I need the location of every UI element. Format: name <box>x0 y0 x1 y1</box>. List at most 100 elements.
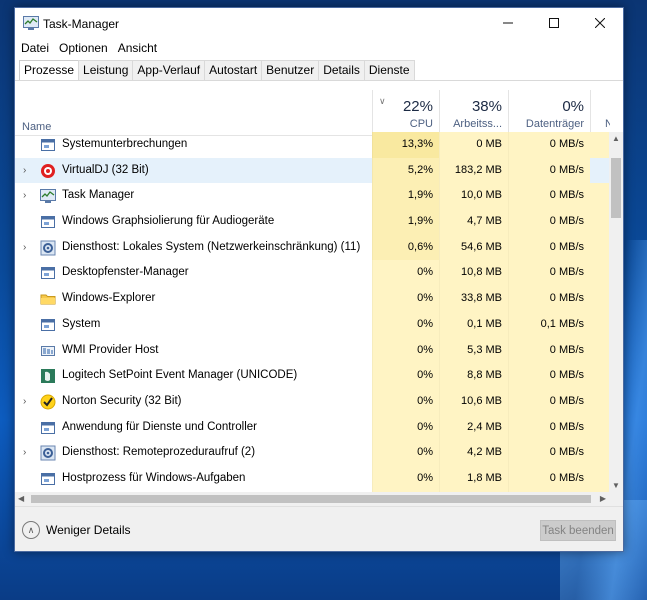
tab-benutzer[interactable]: Benutzer <box>261 60 320 80</box>
process-list: Systemunterbrechungen 13,3% 0 MB 0 MB/s › Vir… <box>15 132 609 492</box>
scroll-right-icon[interactable]: ▶ <box>600 494 606 503</box>
disk-column-label: Datenträger <box>525 118 584 130</box>
process-disk: 0 MB/s <box>508 132 590 158</box>
task-manager-window: Task-Manager Datei Optionen Ansicht Proz… <box>14 7 624 552</box>
process-network <box>590 388 609 415</box>
process-memory: 1,8 MB <box>439 465 508 492</box>
expand-chevron-icon[interactable]: › <box>23 190 33 201</box>
process-disk: 0 MB/s <box>508 363 590 389</box>
process-name: Norton Security (32 Bit) <box>62 394 182 407</box>
process-row[interactable]: Systemunterbrechungen 13,3% 0 MB 0 MB/s <box>15 132 609 158</box>
process-network <box>590 286 609 312</box>
scroll-left-icon[interactable]: ◀ <box>18 494 24 503</box>
process-memory: 4,7 MB <box>439 209 508 235</box>
process-cpu: 0% <box>372 388 439 415</box>
chevron-up-icon: ∧ <box>22 521 40 539</box>
wmi-icon <box>40 343 56 359</box>
process-disk: 0 MB/s <box>508 286 590 312</box>
minimize-icon <box>503 22 513 24</box>
fewer-details-label: Weniger Details <box>46 523 131 537</box>
process-row[interactable]: › VirtualDJ (32 Bit) 5,2% 183,2 MB 0 MB/s <box>15 157 609 184</box>
expand-chevron-icon[interactable]: › <box>23 242 33 253</box>
tab-details[interactable]: Details <box>318 60 365 80</box>
menu-optionen[interactable]: Optionen <box>59 41 114 55</box>
process-network <box>590 311 609 338</box>
process-row[interactable]: Hostprozess für Windows-Aufgaben 0% 1,8 MB… <box>15 465 609 492</box>
horizontal-scrollbar[interactable]: ◀ ▶ <box>15 492 609 506</box>
process-memory: 0,1 MB <box>439 311 508 338</box>
process-name: WMI Provider Host <box>62 343 159 356</box>
tab-autostart[interactable]: Autostart <box>204 60 263 80</box>
process-memory: 54,6 MB <box>439 234 508 261</box>
horizontal-scroll-thumb[interactable] <box>31 495 591 503</box>
tab-leistung[interactable]: Leistung <box>78 60 134 80</box>
process-name: Systemunterbrechungen <box>62 138 188 150</box>
vertical-scroll-thumb[interactable] <box>611 158 621 218</box>
process-row[interactable]: Windows-Explorer 0% 33,8 MB 0 MB/s <box>15 286 609 312</box>
column-header-network[interactable]: Netz <box>590 90 610 136</box>
process-row[interactable]: Logitech SetPoint Event Manager (UNICODE… <box>15 363 609 389</box>
expand-chevron-icon[interactable]: › <box>23 447 33 458</box>
process-table-header: Name ∨ 22% CPU 38% Arbeitss... 0% Datent… <box>15 90 623 136</box>
tab-prozesse[interactable]: Prozesse <box>19 60 80 81</box>
process-row[interactable]: WMI Provider Host 0% 5,3 MB 0 MB/s <box>15 337 609 364</box>
memory-total-percent: 38% <box>471 98 502 115</box>
process-name: Anwendung für Dienste und Controller <box>62 420 257 433</box>
tab-bar: Prozesse Leistung App-Verlauf Autostart … <box>19 60 415 81</box>
close-button[interactable] <box>577 8 623 38</box>
process-name: Hostprozess für Windows-Aufgaben <box>62 471 246 484</box>
title-bar[interactable]: Task-Manager <box>15 8 623 38</box>
process-row[interactable]: › Diensthost: Remoteprozeduraufruf (2) 0% 4… <box>15 440 609 466</box>
process-cpu: 0% <box>372 440 439 466</box>
cpu-total-percent: 22% <box>402 98 433 115</box>
scroll-up-icon[interactable]: ▲ <box>612 134 620 143</box>
process-name: Desktopfenster-Manager <box>62 266 189 279</box>
process-row[interactable]: › Task Manager 1,9% 10,0 MB 0 MB/s <box>15 183 609 210</box>
tab-app-verlauf[interactable]: App-Verlauf <box>132 60 206 80</box>
process-disk: 0 MB/s <box>508 209 590 235</box>
expand-chevron-icon[interactable]: › <box>23 396 33 407</box>
process-cpu: 0% <box>372 363 439 389</box>
column-header-cpu[interactable]: 22% CPU <box>372 90 439 136</box>
tab-dienste[interactable]: Dienste <box>363 60 415 80</box>
tab-divider <box>15 80 623 81</box>
process-row[interactable]: System 0% 0,1 MB 0,1 MB/s <box>15 311 609 338</box>
task-manager-app-icon <box>23 16 39 30</box>
scroll-corner <box>609 492 623 506</box>
process-disk: 0 MB/s <box>508 388 590 415</box>
menu-bar: Datei Optionen Ansicht <box>15 38 623 58</box>
menu-ansicht[interactable]: Ansicht <box>118 41 163 55</box>
process-network <box>590 465 609 492</box>
expand-chevron-icon[interactable]: › <box>23 165 33 176</box>
process-row[interactable]: Windows Graphsiolierung für Audiogeräte 1… <box>15 209 609 235</box>
process-name: VirtualDJ (32 Bit) <box>62 163 149 176</box>
column-header-memory[interactable]: 38% Arbeitss... <box>439 90 508 136</box>
process-row[interactable]: › Norton Security (32 Bit) 0% 10,6 MB 0 MB/s <box>15 388 609 415</box>
minimize-button[interactable] <box>485 8 531 38</box>
gear-icon <box>40 445 56 461</box>
system-process-icon <box>40 265 56 281</box>
process-cpu: 13,3% <box>372 132 439 158</box>
process-cpu: 0% <box>372 414 439 441</box>
scroll-down-icon[interactable]: ▼ <box>612 481 620 490</box>
vertical-scrollbar[interactable]: ▲ ▼ <box>609 132 623 492</box>
process-cpu: 0% <box>372 465 439 492</box>
process-row[interactable]: Desktopfenster-Manager 0% 10,8 MB 0 MB/s <box>15 260 609 287</box>
virtualdj-icon <box>40 163 56 179</box>
process-cpu: 0% <box>372 337 439 364</box>
memory-column-label: Arbeitss... <box>453 118 502 130</box>
process-memory: 0 MB <box>439 132 508 158</box>
end-task-button[interactable]: Task beenden <box>540 520 616 541</box>
process-network <box>590 132 609 158</box>
process-cpu: 1,9% <box>372 183 439 210</box>
process-row[interactable]: › Diensthost: Lokales System (Netzwerkein… <box>15 234 609 261</box>
menu-datei[interactable]: Datei <box>21 41 55 55</box>
maximize-button[interactable] <box>531 8 577 38</box>
process-disk: 0 MB/s <box>508 465 590 492</box>
column-header-disk[interactable]: 0% Datenträger <box>508 90 590 136</box>
process-name: Windows-Explorer <box>62 292 156 305</box>
process-disk: 0 MB/s <box>508 157 590 184</box>
fewer-details-button[interactable]: ∧ Weniger Details <box>22 521 130 539</box>
process-row[interactable]: Anwendung für Dienste und Controller 0% 2,… <box>15 414 609 441</box>
process-name: Logitech SetPoint Event Manager (UNICODE… <box>62 369 298 382</box>
